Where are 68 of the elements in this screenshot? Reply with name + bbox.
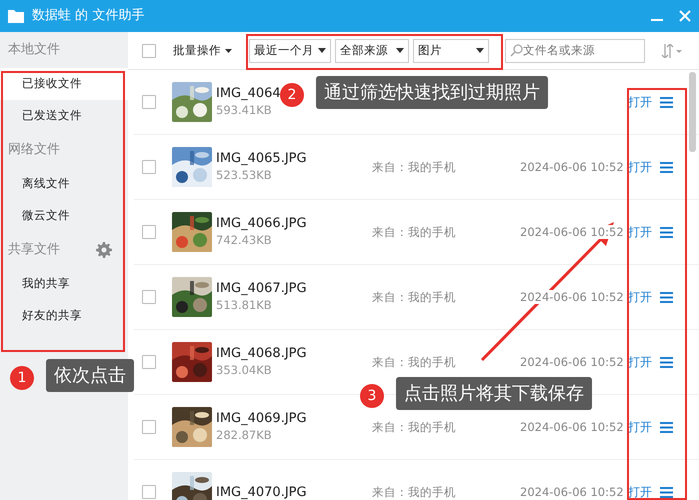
menu-icon[interactable] (660, 96, 673, 108)
file-source: 来自：我的手机 (372, 160, 456, 174)
menu-icon[interactable] (660, 292, 673, 302)
filter-dropdown[interactable]: 最近一个月 (249, 38, 331, 62)
menu-icon[interactable] (660, 226, 673, 238)
file-size: 353.04KB (216, 362, 273, 380)
menu-icon[interactable] (660, 162, 673, 172)
menu-icon[interactable] (660, 356, 673, 368)
caret-icon (476, 48, 484, 53)
row-checkbox[interactable] (142, 485, 156, 499)
settings-icon[interactable] (96, 242, 112, 258)
search-icon (510, 44, 523, 57)
file-size: 282.87KB (216, 427, 273, 444)
sort-icon[interactable] (661, 44, 683, 58)
close-icon[interactable] (679, 10, 691, 22)
file-date: 2024-06-06 10:52 (520, 290, 624, 304)
file-name[interactable]: IMG_4066.JPG (216, 216, 307, 232)
folder-icon (8, 10, 24, 22)
file-name[interactable]: IMG_4067.JPG (216, 281, 307, 297)
sidebar-item[interactable]: 已发送文件 (0, 100, 128, 132)
filter-dropdown[interactable]: 图片 (413, 38, 489, 62)
file-name[interactable]: IMG_4064 (216, 86, 281, 102)
file-name[interactable]: IMG_4069.JPG (216, 411, 307, 427)
file-name[interactable]: IMG_4070.JPG (216, 485, 307, 500)
file-source: 来自：我的手机 (372, 484, 456, 499)
sidebar-item[interactable]: 我的共享 (0, 268, 128, 300)
file-source: 来自：我的手机 (372, 290, 456, 304)
callout: 通过筛选快速找到过期照片 (316, 76, 548, 109)
sidebar-item[interactable]: 离线文件 (0, 168, 128, 200)
section-title: 本地文件 (8, 41, 60, 60)
callout: 依次点击 (46, 359, 134, 392)
file-size: 523.53KB (216, 167, 273, 184)
filter-dropdown[interactable]: 全部来源 (335, 38, 409, 62)
sidebar-item[interactable]: 微云文件 (0, 200, 128, 232)
file-date: 2024-06-06 10:52 (520, 420, 624, 434)
file-date: 2024-06-06 10:52 (520, 224, 624, 239)
file-source: 来自：我的手机 (372, 420, 456, 434)
select-all-checkbox[interactable] (142, 44, 156, 58)
row-checkbox[interactable] (142, 95, 156, 109)
file-date: 2024-06-06 10:52 (520, 484, 624, 499)
batch-menu-button[interactable]: 批量操作 (172, 40, 233, 60)
menu-icon[interactable] (660, 422, 673, 432)
file-source: 来自：我的手机 (372, 224, 456, 239)
sidebar-item[interactable]: 好友的共享 (0, 300, 128, 332)
file-name[interactable]: IMG_4065.JPG (216, 151, 307, 167)
section-title: 网络文件 (8, 141, 60, 160)
sidebar-item[interactable]: 已接收文件 (0, 68, 128, 100)
file-source: 来自：我的手机 (372, 354, 456, 369)
window-title: 数据蛙 的 文件助手 (32, 7, 144, 26)
row-checkbox[interactable] (142, 225, 156, 239)
row-checkbox[interactable] (142, 290, 156, 304)
file-date: 2024-06-06 10:52 (520, 160, 624, 174)
scrollbar[interactable] (689, 72, 696, 152)
search-box[interactable]: 文件名或来源 (505, 38, 645, 62)
file-date: 2024-06-06 10:52 (520, 354, 624, 369)
file-size: 513.81KB (216, 297, 273, 314)
section-title: 共享文件 (8, 241, 60, 260)
callout: 点击照片将其下载保存 (396, 377, 592, 410)
caret-icon (225, 48, 232, 52)
file-size: 593.41KB (216, 102, 273, 120)
row-checkbox[interactable] (142, 420, 156, 434)
file-name[interactable]: IMG_4068.JPG (216, 346, 307, 362)
caret-icon (396, 48, 404, 53)
row-checkbox[interactable] (142, 160, 156, 174)
file-size: 742.43KB (216, 232, 273, 250)
caret-icon (318, 48, 326, 53)
menu-icon[interactable] (660, 486, 673, 498)
row-checkbox[interactable] (142, 355, 156, 369)
